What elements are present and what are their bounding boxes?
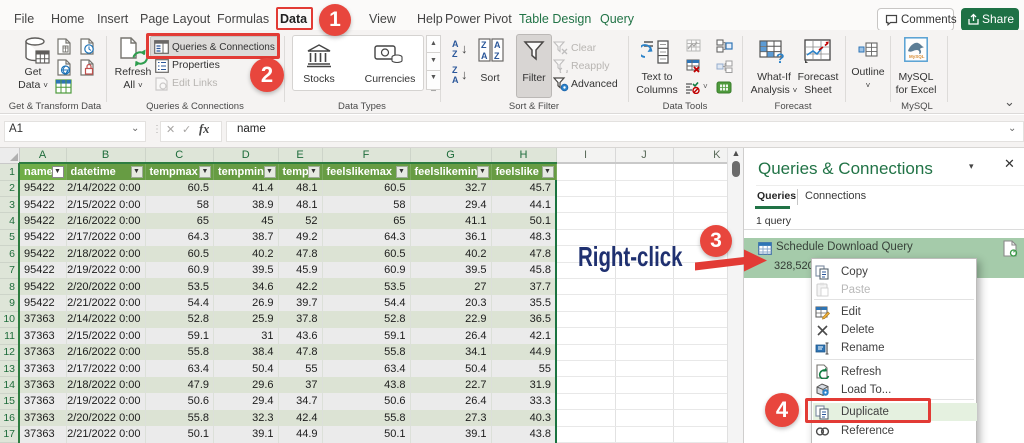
svg-text:A: A	[481, 51, 488, 61]
svg-text:?: ?	[776, 50, 785, 64]
svg-text:MySQL: MySQL	[909, 54, 925, 59]
svg-text:Z: Z	[481, 40, 487, 50]
svg-text:Z: Z	[494, 51, 500, 61]
svg-text:A: A	[494, 40, 501, 50]
